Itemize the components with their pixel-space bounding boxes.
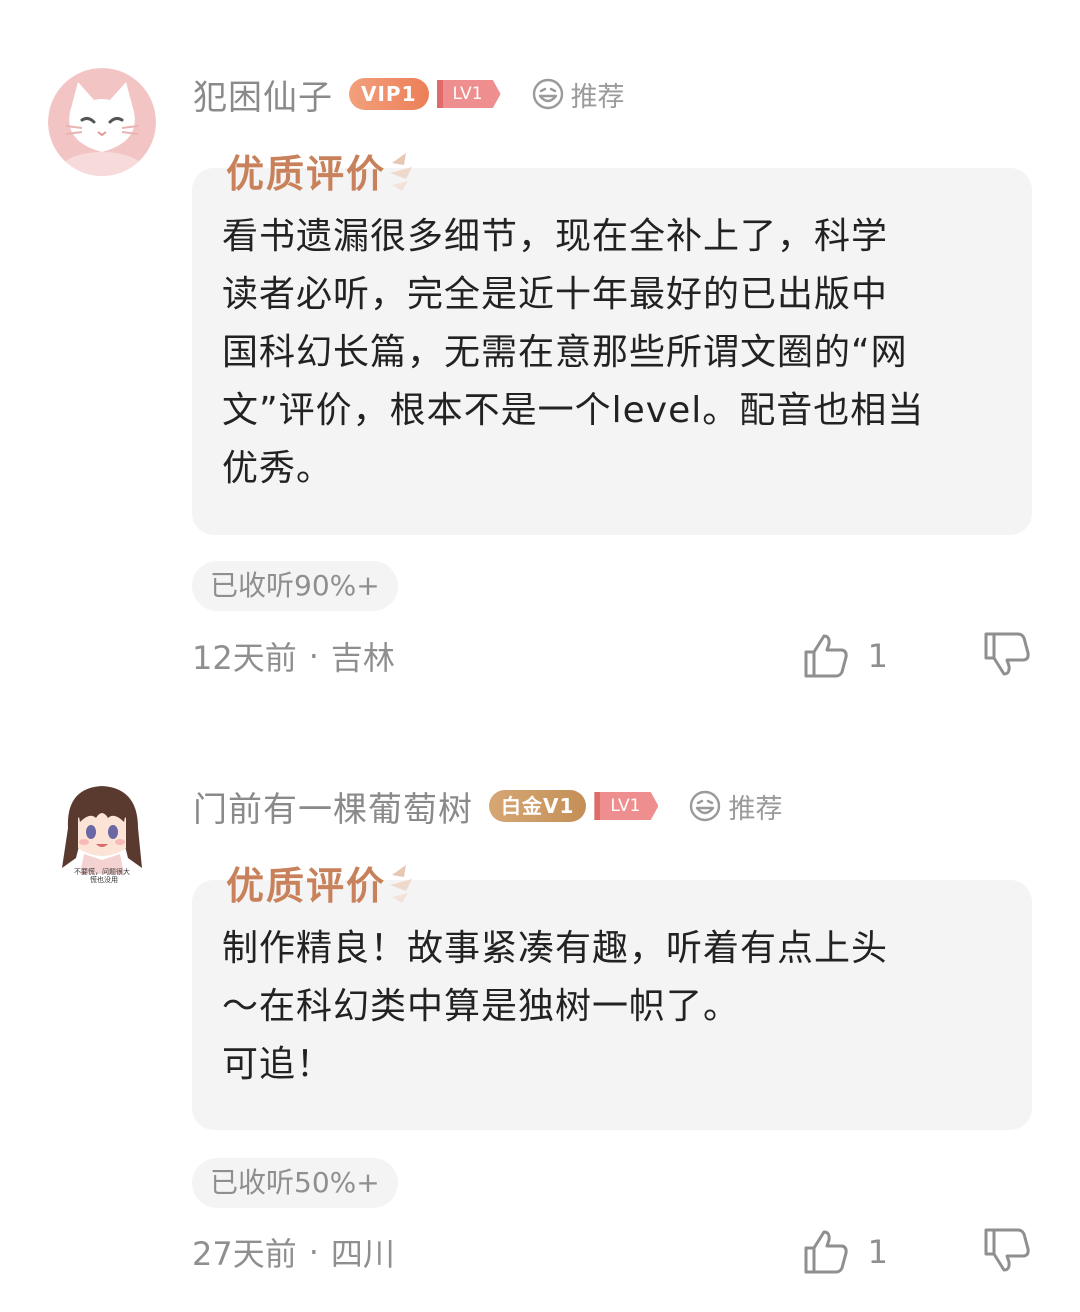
level-badge: LV1 [436, 80, 501, 108]
avatar[interactable]: 不要慌，问题很大 慌也没用 [48, 778, 156, 886]
anime-girl-avatar-icon: 不要慌，问题很大 慌也没用 [48, 778, 156, 886]
listen-progress-tag: 已收听90%+ [192, 561, 398, 611]
comment-header: 门前有一棵葡萄树 白金V1 LV1 推荐 [193, 780, 782, 832]
smile-icon [690, 790, 721, 822]
comment-location: 吉林 [330, 639, 395, 677]
like-button[interactable]: 1 [802, 1228, 888, 1276]
recommend-label: 推荐 [570, 81, 625, 113]
thumbs-down-icon [984, 1228, 1030, 1272]
comment-text: 看书遗漏很多细节，现在全补上了，科学 读者必听，完全是近十年最好的已出版中 国科… [222, 216, 925, 489]
avatar-caption: 慌也没用 [90, 875, 118, 884]
thumbs-down-icon [984, 632, 1030, 676]
avatar[interactable] [48, 68, 156, 176]
vip-badge: 白金V1 [489, 790, 587, 822]
smile-icon [532, 78, 563, 110]
comment-time: 27天前 [192, 1235, 297, 1273]
comment-item: 犯困仙子 VIP1 LV1 推荐 看书遗漏很多细节，现在全补上了，科学 读者必听… [0, 0, 1080, 712]
comment-bubble: 制作精良！故事紧凑有趣，听着有点上头 ～在科幻类中算是独树一帜了。 可追！ [192, 880, 1032, 1130]
comment-bubble: 看书遗漏很多细节，现在全补上了，科学 读者必听，完全是近十年最好的已出版中 国科… [192, 168, 1032, 535]
listen-progress-tag: 已收听50%+ [192, 1158, 398, 1208]
sparkle-icon [390, 864, 413, 903]
comment-time: 12天前 [192, 639, 297, 677]
like-count: 1 [867, 637, 888, 675]
comment-item: 不要慌，问题很大 慌也没用 门前有一棵葡萄树 白金V1 LV1 推荐 制作精良！… [0, 712, 1080, 1312]
quality-review-label: 优质评价 [226, 151, 387, 196]
avatar-caption: 不要慌，问题很大 [74, 867, 130, 876]
quality-review-tag: 优质评价 [226, 855, 416, 910]
recommend-indicator: 推荐 [531, 75, 625, 114]
vip-badge: VIP1 [349, 78, 429, 110]
comment-location: 四川 [330, 1235, 395, 1273]
username[interactable]: 犯困仙子 [193, 70, 333, 119]
like-button[interactable]: 1 [802, 632, 888, 680]
comment-text: 制作精良！故事紧凑有趣，听着有点上头 ～在科幻类中算是独树一帜了。 可追！ [222, 928, 889, 1085]
separator-dot: · [308, 1233, 319, 1271]
recommend-label: 推荐 [728, 793, 783, 825]
recommend-indicator: 推荐 [688, 787, 782, 826]
thumbs-up-icon [804, 634, 848, 678]
dislike-button[interactable] [982, 1226, 1032, 1278]
dislike-button[interactable] [982, 630, 1032, 682]
level-badge: LV1 [594, 792, 659, 820]
like-count: 1 [867, 1233, 888, 1271]
quality-review-label: 优质评价 [226, 863, 387, 908]
comment-header: 犯困仙子 VIP1 LV1 推荐 [193, 68, 625, 120]
white-cat-avatar-icon [48, 68, 156, 176]
separator-dot: · [308, 637, 319, 675]
quality-review-tag: 优质评价 [226, 143, 416, 198]
comment-meta: 12天前 · 吉林 1 [192, 631, 1032, 681]
sparkle-icon [390, 152, 413, 191]
thumbs-up-icon [804, 1230, 848, 1274]
username[interactable]: 门前有一棵葡萄树 [193, 782, 473, 831]
comment-meta: 27天前 · 四川 1 [192, 1227, 1032, 1277]
